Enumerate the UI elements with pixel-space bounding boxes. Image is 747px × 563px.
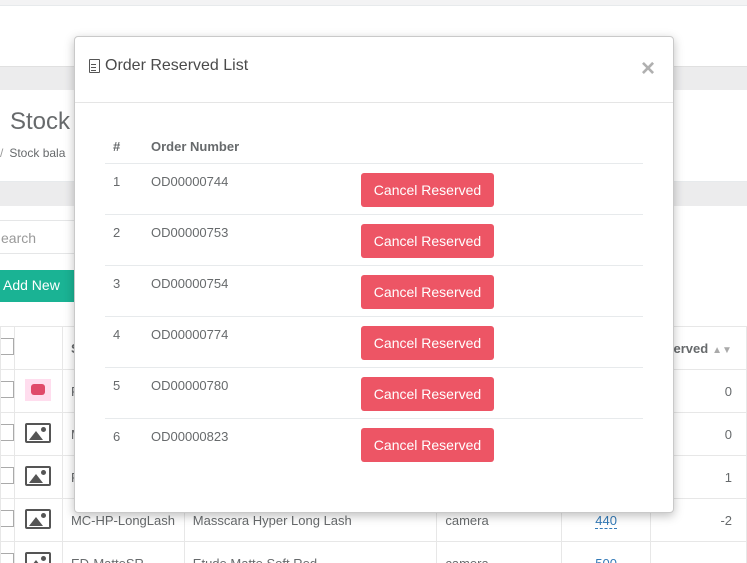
- reserved-order-row: 6 OD00000823 Cancel Reserved: [105, 418, 643, 469]
- reserved-order-row: 2 OD00000753 Cancel Reserved: [105, 214, 643, 266]
- row-order-number: OD00000774: [151, 316, 361, 368]
- reserved-order-row: 3 OD00000754 Cancel Reserved: [105, 265, 643, 317]
- reserved-table-header: # Order Number: [105, 131, 643, 164]
- row-action-cell: Cancel Reserved: [361, 163, 643, 215]
- reserved-orders-table: # Order Number 1 OD00000744 Cancel Reser…: [105, 131, 643, 469]
- order-reserved-modal: Order Reserved List × # Order Number 1 O…: [74, 36, 674, 513]
- row-order-number: OD00000754: [151, 265, 361, 317]
- cancel-reserved-button[interactable]: Cancel Reserved: [361, 223, 494, 258]
- modal-header: Order Reserved List ×: [75, 37, 673, 103]
- row-index: 6: [113, 428, 121, 444]
- row-action-cell: Cancel Reserved: [361, 265, 643, 317]
- row-index: 1: [105, 163, 151, 215]
- modal-title: Order Reserved List: [89, 57, 248, 75]
- close-icon[interactable]: ×: [641, 57, 655, 81]
- row-index: 5: [105, 367, 151, 419]
- row-action-cell: Cancel Reserved: [361, 418, 643, 469]
- row-action-cell: Cancel Reserved: [361, 367, 643, 419]
- header-order-number: Order Number: [151, 131, 361, 164]
- document-icon: [89, 59, 100, 73]
- row-action-cell: Cancel Reserved: [361, 316, 643, 368]
- row-index: 2: [105, 214, 151, 266]
- modal-title-text: Order Reserved List: [105, 57, 249, 74]
- reserved-order-row: 4 OD00000774 Cancel Reserved: [105, 316, 643, 368]
- row-index: 4: [105, 316, 151, 368]
- modal-body: # Order Number 1 OD00000744 Cancel Reser…: [75, 103, 673, 469]
- row-order-number: OD00000753: [151, 214, 361, 266]
- row-order-number: OD00000744: [151, 163, 361, 215]
- cancel-reserved-button[interactable]: Cancel Reserved: [361, 274, 494, 309]
- row-order-number: OD00000823: [151, 428, 229, 444]
- reserved-order-row: 5 OD00000780 Cancel Reserved: [105, 367, 643, 419]
- cancel-reserved-button[interactable]: Cancel Reserved: [361, 172, 494, 207]
- cancel-reserved-button[interactable]: Cancel Reserved: [361, 376, 494, 411]
- row-action-cell: Cancel Reserved: [361, 214, 643, 266]
- header-action: [361, 131, 643, 164]
- cancel-reserved-button[interactable]: Cancel Reserved: [361, 427, 494, 462]
- cancel-reserved-button[interactable]: Cancel Reserved: [361, 325, 494, 360]
- row-order-number: OD00000780: [151, 367, 361, 419]
- row-index: 3: [105, 265, 151, 317]
- reserved-order-row: 1 OD00000744 Cancel Reserved: [105, 163, 643, 215]
- header-index: #: [105, 131, 151, 164]
